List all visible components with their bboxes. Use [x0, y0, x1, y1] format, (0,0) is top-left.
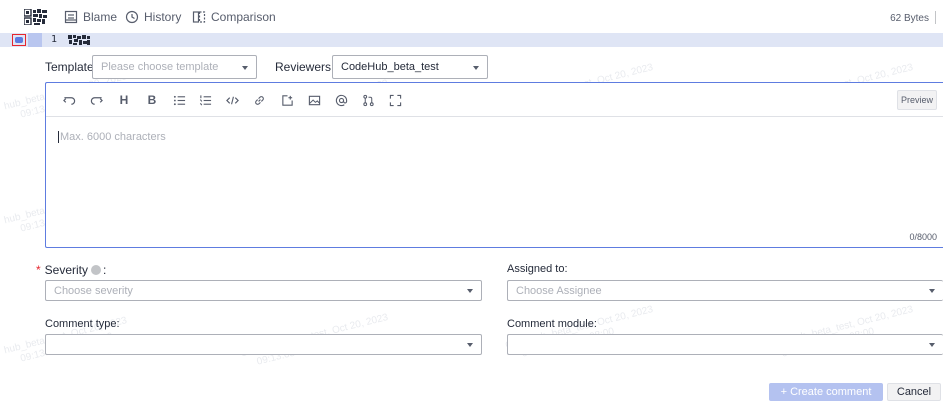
preview-button[interactable]: Preview [897, 90, 937, 110]
undo-icon[interactable] [62, 93, 76, 107]
chevron-down-icon [929, 343, 935, 347]
insert-icon[interactable] [280, 93, 294, 107]
comment-type-select[interactable] [45, 334, 482, 355]
template-label: Template [45, 60, 94, 74]
reviewers-label: Reviewers [275, 60, 332, 74]
editor-toolbar: H B Preview [46, 83, 943, 117]
fullscreen-icon[interactable] [388, 93, 402, 107]
bullet-list-icon[interactable] [172, 93, 186, 107]
chevron-down-icon [473, 66, 479, 70]
comment-type-label: Comment type: [45, 318, 120, 330]
heading-icon[interactable]: H [117, 93, 131, 107]
chevron-down-icon [242, 66, 248, 70]
reviewers-value: CodeHub_beta_test [341, 61, 439, 73]
editor-placeholder: Max. 6000 characters [60, 131, 166, 143]
severity-label-group: * Severity: [36, 263, 106, 277]
image-icon[interactable] [307, 93, 321, 107]
numbered-list-icon[interactable] [198, 93, 212, 107]
chevron-down-icon [467, 289, 473, 293]
required-marker: * [36, 263, 41, 277]
redo-icon[interactable] [89, 93, 103, 107]
reviewers-select[interactable]: CodeHub_beta_test [332, 55, 488, 79]
mention-icon[interactable] [334, 93, 348, 107]
comment-module-select[interactable] [507, 334, 943, 355]
history-icon [125, 10, 139, 24]
comparison-button[interactable]: Comparison [192, 9, 276, 25]
merge-request-icon[interactable] [361, 93, 375, 107]
comment-editor[interactable]: H B Preview Max. 6000 characters 0/8000 [45, 82, 943, 248]
assigned-label: Assigned to: [507, 263, 568, 275]
line-number: 1 [50, 34, 58, 45]
code-icon[interactable] [225, 93, 239, 107]
comment-marker-icon[interactable] [12, 34, 26, 46]
severity-select[interactable]: Choose severity [45, 280, 482, 301]
assignee-select[interactable]: Choose Assignee [507, 280, 943, 301]
file-size: 62 Bytes [890, 13, 929, 24]
character-count: 0/8000 [909, 232, 937, 242]
chevron-down-icon [929, 289, 935, 293]
comment-textarea[interactable]: Max. 6000 characters [58, 131, 166, 144]
comparison-icon [192, 11, 206, 23]
blame-icon [64, 10, 78, 24]
comparison-label: Comparison [211, 10, 276, 24]
blame-button[interactable]: Blame [64, 9, 117, 25]
cancel-button[interactable]: Cancel [887, 383, 941, 401]
bold-icon[interactable]: B [145, 93, 159, 107]
assignee-placeholder: Choose Assignee [516, 285, 602, 297]
info-icon[interactable] [91, 265, 102, 275]
chevron-down-icon [467, 343, 473, 347]
create-comment-button[interactable]: + Create comment [769, 383, 883, 401]
label-colon: : [103, 263, 107, 277]
link-icon[interactable] [252, 93, 266, 107]
blame-label: Blame [83, 10, 118, 24]
severity-label: Severity [44, 263, 89, 277]
qr-code-icon[interactable] [24, 9, 48, 25]
file-toolbar: Blame History Comparison 62 Bytes [0, 0, 943, 33]
severity-placeholder: Choose severity [54, 285, 133, 297]
history-button[interactable]: History [125, 9, 181, 25]
template-placeholder: Please choose template [101, 61, 219, 73]
text-cursor [58, 131, 59, 144]
line-gutter [28, 33, 42, 47]
history-label: History [144, 10, 182, 24]
divider [935, 11, 936, 24]
template-select[interactable]: Please choose template [92, 55, 257, 79]
qr-code-icon [68, 35, 90, 45]
comment-module-label: Comment module: [507, 318, 597, 330]
code-line-row[interactable] [0, 33, 943, 47]
